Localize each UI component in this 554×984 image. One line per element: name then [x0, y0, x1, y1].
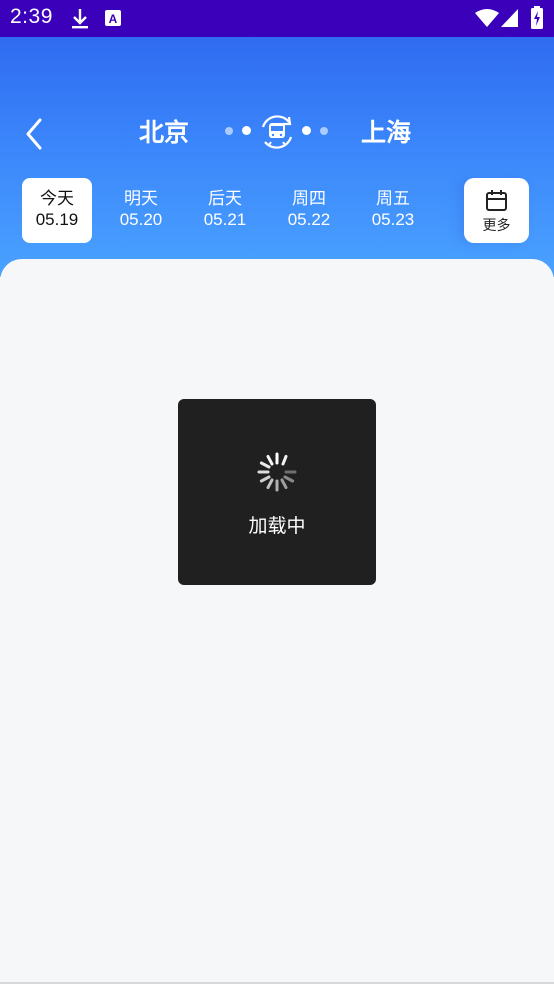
- date-tab-date: 05.23: [371, 210, 415, 229]
- date-tab-date: 05.19: [35, 210, 79, 229]
- loading-toast: 加载中: [178, 399, 376, 585]
- more-dates-button[interactable]: 更多: [464, 178, 529, 243]
- loading-text: 加载中: [248, 515, 306, 537]
- date-tab-day: 周四: [292, 189, 326, 209]
- route-dot: [242, 126, 251, 135]
- date-tab-day-after[interactable]: 后天 05.21: [190, 178, 260, 243]
- more-label: 更多: [482, 218, 511, 234]
- to-city[interactable]: 上海: [361, 113, 411, 149]
- date-tab-friday[interactable]: 周五 05.23: [358, 178, 428, 243]
- route-dot: [302, 126, 311, 135]
- date-tab-thursday[interactable]: 周四 05.22: [274, 178, 344, 243]
- download-icon: [70, 7, 90, 35]
- train-exchange-icon: [261, 115, 293, 149]
- date-tab-today[interactable]: 今天 05.19: [22, 178, 92, 243]
- svg-text:A: A: [109, 12, 118, 26]
- date-tab-tomorrow[interactable]: 明天 05.20: [106, 178, 176, 243]
- date-tab-day: 明天: [124, 189, 158, 209]
- battery-icon: [530, 6, 544, 34]
- from-city[interactable]: 北京: [139, 113, 189, 149]
- back-button[interactable]: [20, 116, 50, 152]
- status-time: 2:39: [10, 5, 53, 28]
- font-a-icon: A: [104, 9, 122, 31]
- route-dot: [225, 127, 233, 135]
- date-tab-day: 周五: [376, 189, 410, 209]
- signal-icon: [500, 8, 520, 32]
- date-tab-date: 05.20: [119, 210, 163, 229]
- date-selector: 今天 05.19 明天 05.20 后天 05.21 周四 05.22 周五 0…: [0, 178, 554, 244]
- chevron-left-icon: [26, 118, 42, 150]
- spinner-icon: [257, 452, 297, 492]
- content-area: [0, 259, 554, 984]
- status-bar: 2:39 A: [0, 0, 554, 37]
- calendar-icon: [486, 190, 507, 211]
- route-connector[interactable]: [222, 114, 332, 150]
- date-tab-date: 05.22: [287, 210, 331, 229]
- wifi-icon: [474, 8, 500, 32]
- date-tab-date: 05.21: [203, 210, 247, 229]
- route-dot: [320, 127, 328, 135]
- date-tab-day: 今天: [40, 189, 74, 209]
- date-tab-day: 后天: [208, 189, 242, 209]
